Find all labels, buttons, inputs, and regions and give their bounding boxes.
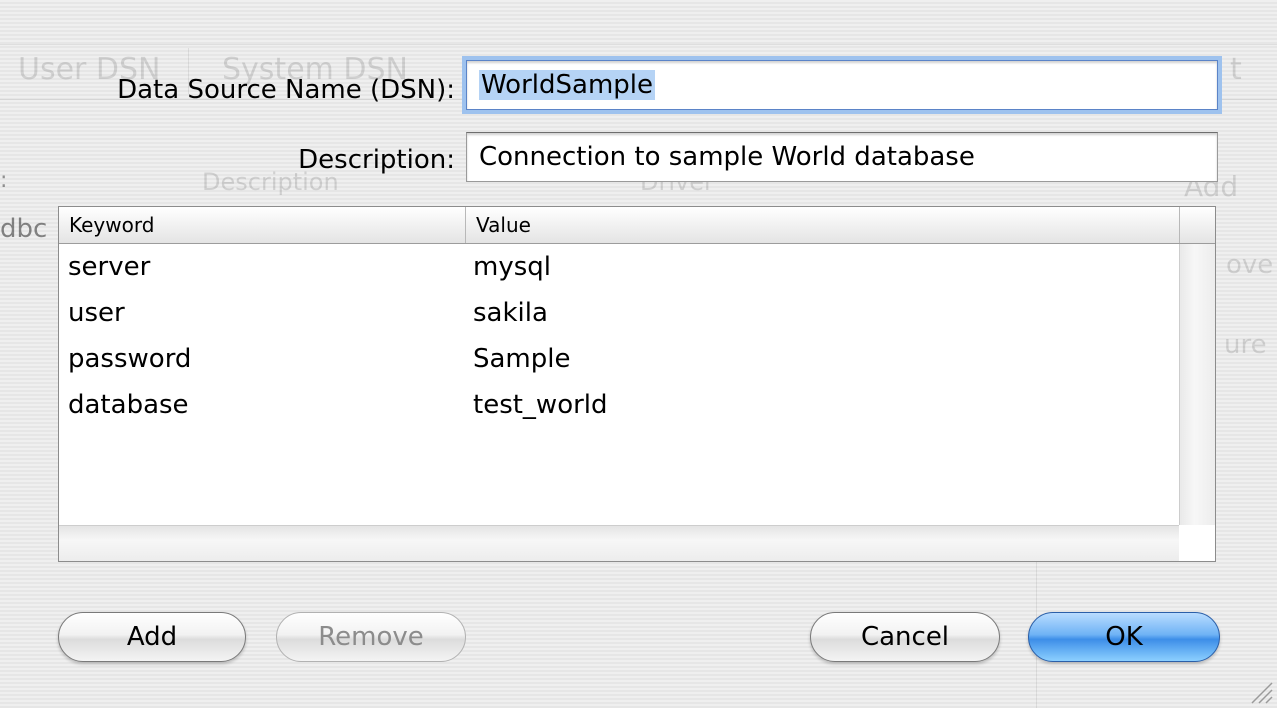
background-fragment-configure: ure [1224,330,1267,360]
table-row[interactable]: database test_world [59,382,1179,428]
row-value: test_world [473,390,608,420]
row-keyword: database [68,390,189,420]
description-label: Description: [298,145,455,175]
description-input[interactable]: Connection to sample World database [466,132,1218,182]
column-header-keyword[interactable]: Keyword [59,207,466,243]
background-fragment-t: t [1230,52,1242,87]
table-row[interactable]: user sakila [59,290,1179,336]
row-keyword: server [68,252,151,282]
add-button[interactable]: Add [58,612,246,662]
column-header-value[interactable]: Value [466,207,1180,243]
row-value: Sample [473,344,571,374]
row-value: sakila [473,298,548,328]
background-fragment-dbc: dbc [0,214,48,244]
table-body: server mysql user sakila password Sample… [59,244,1179,428]
remove-button[interactable]: Remove [276,612,466,662]
dsn-input-value: WorldSample [479,70,655,100]
vertical-scrollbar[interactable] [1179,244,1215,525]
row-keyword: user [68,298,125,328]
resize-grip-icon[interactable] [1247,678,1273,704]
ok-button[interactable]: OK [1028,612,1220,662]
table-header: Keyword Value [59,207,1215,244]
background-fragment-colon: : [0,168,8,193]
row-value: mysql [473,252,551,282]
table-row[interactable]: server mysql [59,244,1179,290]
description-input-value: Connection to sample World database [479,142,975,172]
cancel-button[interactable]: Cancel [810,612,1000,662]
horizontal-scrollbar[interactable] [59,525,1179,561]
table-row[interactable]: password Sample [59,336,1179,382]
row-keyword: password [68,344,192,374]
background-fragment-remove: ove [1226,250,1274,280]
scrollbar-corner [1179,525,1215,561]
dsn-label: Data Source Name (DSN): [117,75,455,105]
dsn-input[interactable]: WorldSample [466,60,1218,110]
keyword-value-table[interactable]: Keyword Value server mysql user sakila p… [58,206,1216,562]
